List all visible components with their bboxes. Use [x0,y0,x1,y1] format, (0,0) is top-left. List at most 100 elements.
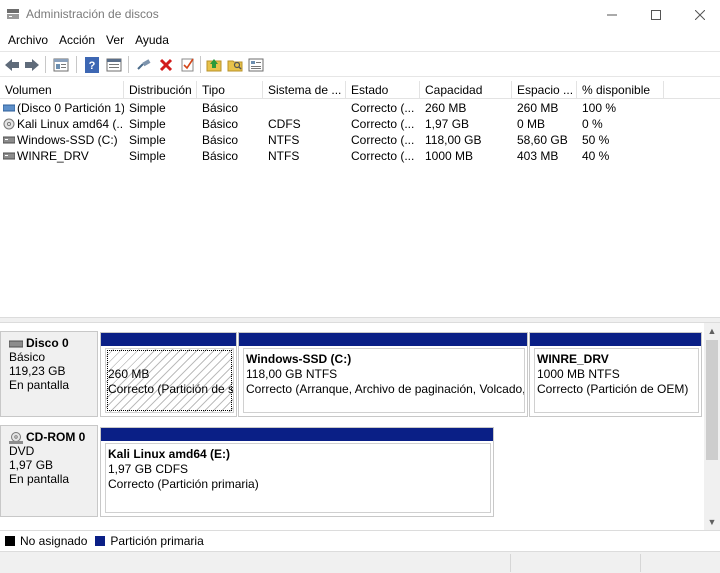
svg-text:?: ? [89,60,96,72]
column-header-tipo[interactable]: Tipo [197,81,263,99]
cell-capacity: 118,00 GB [425,133,482,147]
back-icon[interactable] [3,56,21,73]
partition-bar [239,333,527,346]
open-icon[interactable] [226,56,244,73]
toolbar-separator [45,56,46,73]
partition-name: Kali Linux amd64 (E:) [108,447,231,461]
cdrom-0-kind: DVD [9,444,35,458]
table-row[interactable]: WINRE_DRV Simple Básico NTFS Correcto (.… [0,148,720,164]
cell-free: 58,60 GB [517,133,568,147]
partition-body: Windows-SSD (C:) 118,00 GB NTFS Correcto… [243,348,525,413]
drive-icon [2,134,16,146]
partition-body: WINRE_DRV 1000 MB NTFS Correcto (Partici… [534,348,699,413]
partition-kali-linux[interactable]: Kali Linux amd64 (E:) 1,97 GB CDFS Corre… [100,427,494,517]
partition-windows-ssd[interactable]: Windows-SSD (C:) 118,00 GB NTFS Correcto… [238,332,528,417]
column-header-disponible[interactable]: % disponible [577,81,664,99]
up-icon[interactable] [205,56,223,73]
partition-status: Correcto (Arranque, Archivo de paginació… [246,382,525,396]
cell-free: 260 MB [517,101,559,115]
disk-0-name: Disco 0 [26,336,69,350]
title-bar: Administración de discos [0,0,720,30]
column-header-sistema[interactable]: Sistema de ... [263,81,346,99]
scrollbar-thumb[interactable] [706,340,718,460]
legend-label: Partición primaria [110,533,204,548]
cell-status: Correcto (... [351,149,415,163]
menu-archivo[interactable]: Archivo [0,33,48,47]
partition-winre[interactable]: WINRE_DRV 1000 MB NTFS Correcto (Partici… [529,332,702,417]
cdrom-0-size: 1,97 GB [9,458,54,472]
partition-body: 260 MB Correcto (Partición de si [105,348,234,413]
status-segment [510,554,640,572]
toolbar-separator [76,56,77,73]
window-title: Administración de discos [26,7,159,21]
toolbar-separator [200,56,201,73]
cell-layout: Simple [129,149,166,163]
menu-ayuda[interactable]: Ayuda [127,33,169,47]
column-header-espacio[interactable]: Espacio ... [512,81,577,99]
cell-pct: 100 % [582,101,617,115]
cell-layout: Simple [129,117,166,131]
graphical-view-scrollbar[interactable]: ▲ ▼ [704,323,720,530]
cell-capacity: 260 MB [425,101,467,115]
volume-name: Windows-SSD (C:) [17,133,118,147]
cdrom-0-title: CD-ROM 0 [9,430,97,444]
table-row[interactable]: (Disco 0 Partición 1) Simple Básico Corr… [0,100,720,116]
cell-pct: 0 % [582,117,603,131]
cell-layout: Simple [129,133,166,147]
volume-list: Volumen Distribución Tipo Sistema de ...… [0,81,720,317]
volume-icon [2,102,16,114]
cdrom-0-info[interactable]: CD-ROM 0 DVD 1,97 GB En pantalla [0,425,98,517]
cell-free: 403 MB [517,149,559,163]
scroll-down-icon[interactable]: ▼ [704,514,720,530]
partition-name [108,352,233,367]
cell-volume: WINRE_DRV [0,148,124,164]
cell-volume: (Disco 0 Partición 1) [0,100,124,116]
partition-efi[interactable]: 260 MB Correcto (Partición de si [100,332,237,417]
cell-status: Correcto (... [351,101,415,115]
help-icon[interactable]: ? [83,56,101,73]
cell-type: Básico [202,117,239,131]
column-header-distribucion[interactable]: Distribución [124,81,197,99]
column-header-capacidad[interactable]: Capacidad [420,81,512,99]
export-icon[interactable] [247,56,265,73]
status-segment [640,554,720,572]
partition-size: 1000 MB NTFS [537,367,620,381]
disk-0-title: Disco 0 [8,336,97,350]
partition-status: Correcto (Partición primaria) [108,477,259,491]
cell-capacity: 1000 MB [425,149,474,163]
cell-fs: NTFS [268,149,300,163]
table-row[interactable]: Kali Linux amd64 (... Simple Básico CDFS… [0,116,720,132]
partition-size: 1,97 GB CDFS [108,462,189,476]
partition-status: Correcto (Partición de OEM) [537,382,689,396]
delete-icon[interactable] [157,56,175,73]
properties-icon[interactable] [52,56,70,73]
toolbar-separator [128,56,129,73]
menu-ver[interactable]: Ver [98,33,124,47]
cell-free: 0 MB [517,117,546,131]
partition-name: Windows-SSD (C:) [246,352,352,366]
view-icon[interactable] [105,56,123,73]
cdrom-0-name: CD-ROM 0 [26,430,86,444]
partition-status: Correcto (Partición de si [108,382,234,396]
disk-graphical-view: Disco 0 Básico 119,23 GB En pantalla 260… [0,323,720,530]
minimize-button[interactable] [590,0,634,30]
forward-icon[interactable] [23,56,41,73]
cd-drive-icon [9,432,23,444]
column-header-estado[interactable]: Estado [346,81,420,99]
table-row[interactable]: Windows-SSD (C:) Simple Básico NTFS Corr… [0,132,720,148]
maximize-button[interactable] [634,0,678,30]
disk-0-state: En pantalla [9,378,70,392]
scroll-up-icon[interactable]: ▲ [704,323,720,339]
menu-bar: Archivo Acción Ver Ayuda [0,30,720,50]
menu-accion[interactable]: Acción [51,33,95,47]
disk-0-info[interactable]: Disco 0 Básico 119,23 GB En pantalla [0,331,98,417]
cell-fs: NTFS [268,133,300,147]
connect-icon[interactable] [135,56,153,73]
partition-body: Kali Linux amd64 (E:) 1,97 GB CDFS Corre… [105,443,491,513]
cell-pct: 40 % [582,149,610,163]
column-header-volumen[interactable]: Volumen [0,81,124,99]
partition-name: WINRE_DRV [537,352,609,366]
close-button[interactable] [678,0,720,30]
check-icon[interactable] [179,56,197,73]
cd-icon [3,118,15,130]
